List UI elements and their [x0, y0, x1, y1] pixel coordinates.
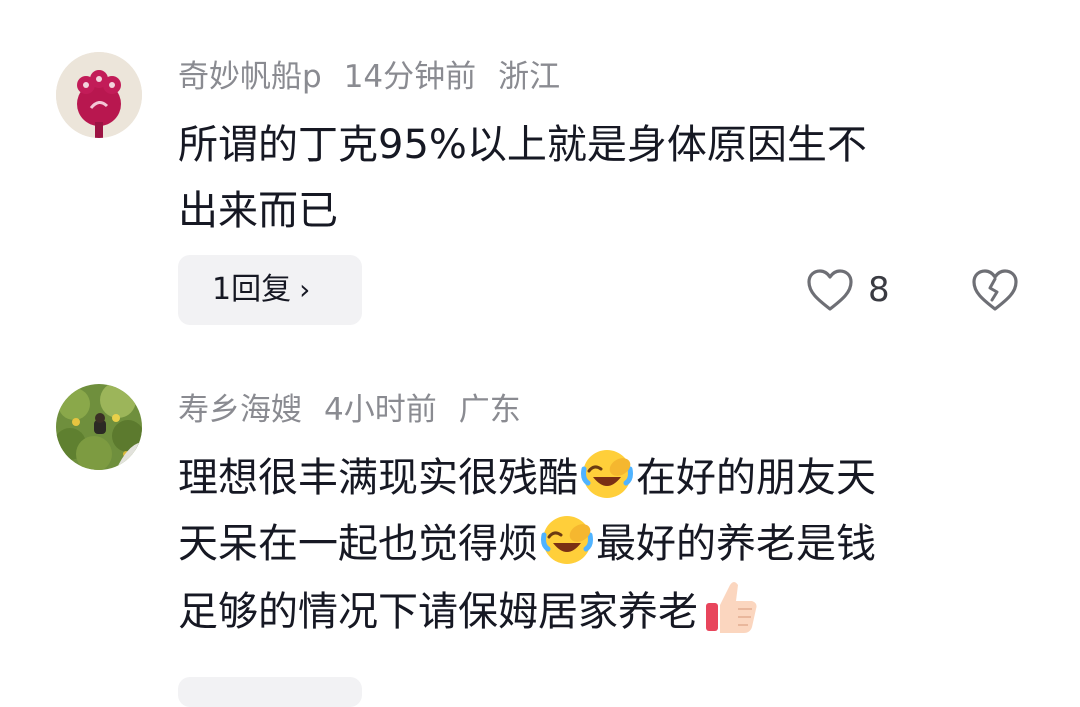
comment-line-part: 足够的情况下请保姆居家养老	[178, 589, 698, 635]
username[interactable]: 寿乡海嫂	[178, 392, 302, 428]
comment-meta: 寿乡海嫂 4小时前 广东	[178, 390, 543, 430]
comment-line: 天呆在一起也觉得烦 最好的养老是钱	[178, 511, 1028, 577]
timestamp: 4小时前	[324, 392, 437, 428]
comment-text: 理想很丰满现实很残酷 在好的朋友天 天呆在一起也觉得烦 最好的养老是钱 足够的情…	[178, 445, 1028, 645]
avatar[interactable]	[56, 384, 142, 470]
view-replies-button[interactable]	[178, 677, 362, 707]
comment-line: 足够的情况下请保姆居家养老	[178, 577, 1028, 645]
comment-line-part: 天呆在一起也觉得烦	[178, 521, 538, 567]
thumbs-up-emoji-icon	[706, 582, 757, 633]
laughing-crying-emoji-icon	[541, 516, 593, 564]
comment-line-part: 理想很丰满现实很残酷	[178, 455, 578, 501]
comment-line: 理想很丰满现实很残酷 在好的朋友天	[178, 445, 1028, 511]
comment-line-part: 在好的朋友天	[636, 455, 876, 501]
comment-item: 寿乡海嫂 4小时前广东 理想很丰满现实很残酷 在好的朋友天 天呆在一起也觉得烦	[0, 0, 1080, 687]
location: 广东	[458, 392, 521, 428]
laughing-crying-emoji-icon	[581, 450, 633, 498]
comment-line-part: 最好的养老是钱	[596, 521, 876, 567]
avatar-garden-icon	[56, 384, 142, 470]
